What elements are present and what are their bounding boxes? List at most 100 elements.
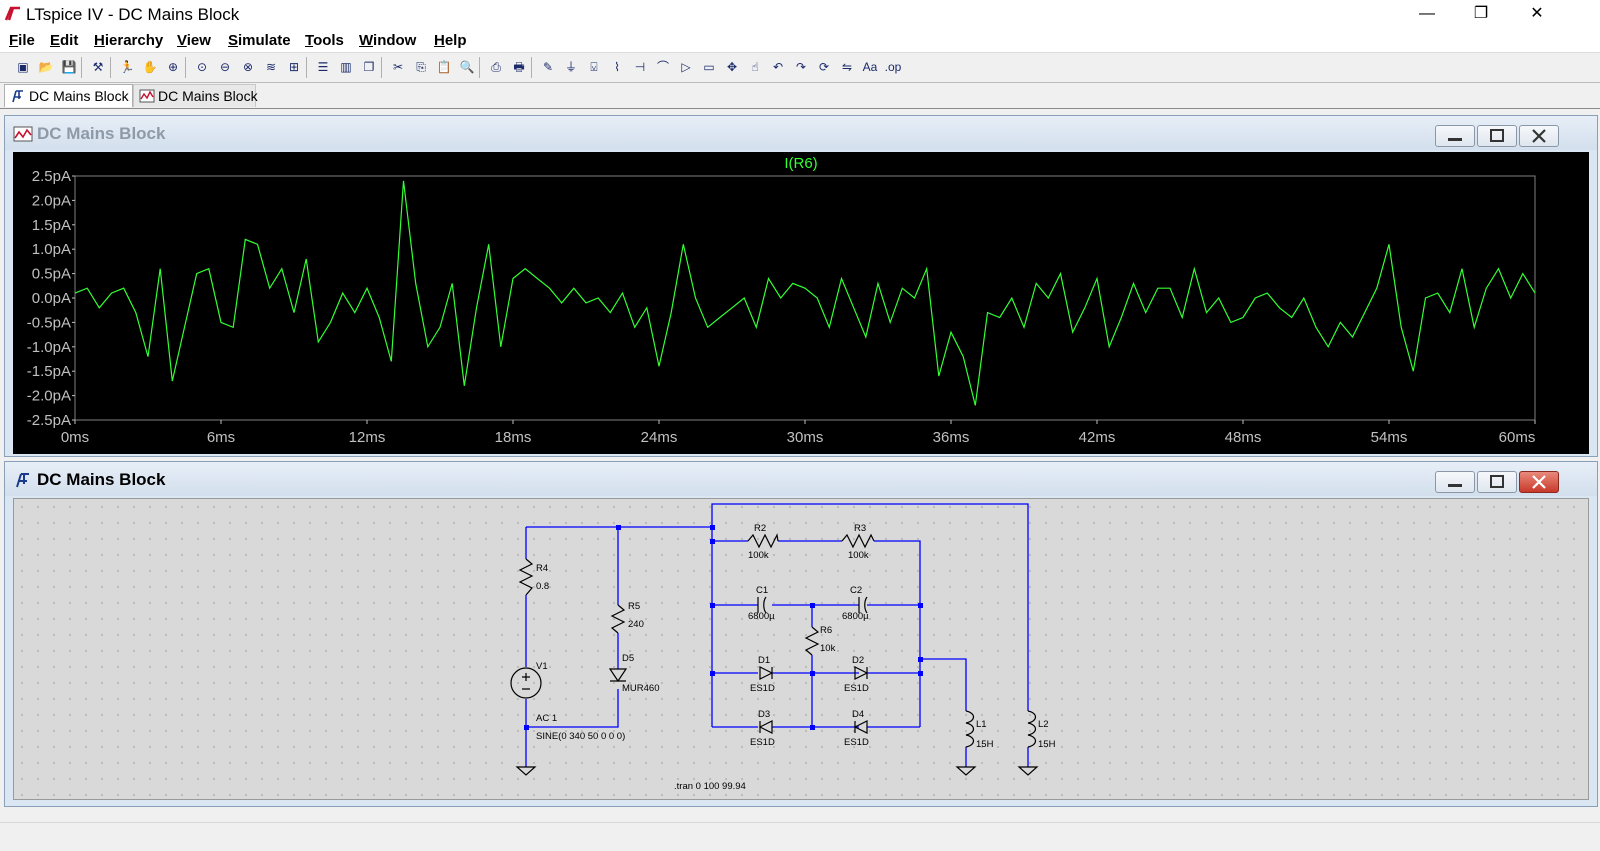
move-icon[interactable]: ✥ [723, 58, 741, 76]
autorange-icon[interactable]: ≋ [262, 58, 280, 76]
print-icon[interactable]: 🖶 [510, 58, 528, 76]
voltage-source-v1 [510, 667, 542, 699]
menu-simulate[interactable]: Simulate [228, 32, 291, 49]
cut-icon[interactable]: ✂ [389, 58, 407, 76]
menu-view[interactable]: View [177, 32, 211, 49]
waveform-maximize-button[interactable] [1477, 125, 1517, 147]
plot-settings-icon[interactable]: ⊞ [285, 58, 303, 76]
spice-directive-icon[interactable]: .op [884, 58, 902, 76]
schematic-window-titlebar: DC Mains Block [5, 462, 1597, 496]
zoom-pan-icon[interactable]: ⊙ [193, 58, 211, 76]
print-preview-icon[interactable]: ⎙ [487, 58, 505, 76]
minimize-button[interactable]: — [1404, 0, 1450, 30]
x-tick-label: 12ms [349, 429, 386, 446]
schematic-close-button[interactable] [1519, 471, 1559, 493]
label-d3-value: ES1D [750, 737, 775, 748]
draw-wire-icon[interactable]: ✎ [539, 58, 557, 76]
label-r6-value: 10k [820, 643, 836, 654]
ground-icon[interactable]: ⏚ [562, 58, 580, 76]
inductor-icon[interactable]: ⌒ [654, 58, 672, 76]
copy-icon[interactable]: ⎘ [412, 58, 430, 76]
schematic-canvas[interactable]: R4 0.8 R5 240 D5 MUR460 V1 AC 1 SINE(0 3… [13, 498, 1589, 800]
open-icon[interactable]: 📂 [37, 58, 55, 76]
waveform-minimize-button[interactable] [1435, 125, 1475, 147]
menu-hierarchy[interactable]: Hierarchy [94, 32, 163, 49]
x-tick-label: 48ms [1225, 429, 1262, 446]
tab-bar: DC Mains Block DC Mains Block [0, 83, 1600, 108]
mirror-icon[interactable]: ⇋ [838, 58, 856, 76]
label-d5-name: D5 [622, 653, 634, 664]
mdi-area: DC Mains Block I(R6) 2.5pA 2.0pA 1.5pA 1.0p… [0, 108, 1600, 823]
status-bar [0, 822, 1600, 851]
menu-file[interactable]: File [9, 32, 35, 49]
label-l2-value: 15H [1038, 739, 1056, 750]
find-icon[interactable]: 🔍 [458, 58, 476, 76]
tile-horizontal-icon[interactable]: ☰ [314, 58, 332, 76]
restore-button[interactable]: ❐ [1458, 0, 1504, 30]
text-icon[interactable]: Aa [861, 58, 879, 76]
undo-icon[interactable]: ↶ [769, 58, 787, 76]
menu-edit[interactable]: Edit [50, 32, 78, 49]
label-net-icon[interactable]: ⍌ [585, 58, 603, 76]
toolbar-separator [185, 57, 186, 78]
diode-d3 [758, 720, 773, 734]
new-schematic-icon[interactable]: ▣ [14, 58, 32, 76]
trace-label[interactable]: I(R6) [784, 155, 817, 172]
maximize-icon [1490, 129, 1504, 142]
label-v1-value: SINE(0 340 50 0 0 0) [536, 731, 625, 742]
trace-i-r6[interactable] [74, 180, 1536, 406]
zoom-out-icon[interactable]: ⊖ [216, 58, 234, 76]
wires[interactable] [525, 503, 1029, 767]
halt-icon[interactable]: ✋ [141, 58, 159, 76]
menu-tools[interactable]: Tools [305, 32, 344, 49]
tab-waveform[interactable]: DC Mains Block [133, 84, 258, 107]
control-panel-icon[interactable]: ⚒ [89, 58, 107, 76]
label-r4-value: 0.8 [536, 581, 549, 592]
x-tick-label: 60ms [1499, 429, 1536, 446]
capacitor-icon[interactable]: ⊣ [631, 58, 649, 76]
zoom-fit-icon[interactable]: ⊗ [239, 58, 257, 76]
toolbar-separator [479, 57, 480, 78]
label-c2-name: C2 [850, 585, 862, 596]
save-icon[interactable]: 💾 [60, 58, 78, 76]
schematic-maximize-button[interactable] [1477, 471, 1517, 493]
minimize-icon [1448, 484, 1462, 487]
close-button[interactable]: ✕ [1514, 0, 1560, 30]
waveform-window-titlebar: DC Mains Block [5, 116, 1597, 150]
resistor-r5 [610, 604, 626, 634]
drag-icon[interactable]: ☝ [746, 58, 764, 76]
resistor-r6 [804, 626, 820, 656]
maximize-icon [1490, 475, 1504, 488]
resistor-r2 [747, 533, 779, 549]
diode-icon[interactable]: ▷ [677, 58, 695, 76]
inductor-l1 [965, 710, 975, 748]
zoom-in-icon[interactable]: ⊕ [164, 58, 182, 76]
toolbar-separator [531, 57, 532, 78]
run-icon[interactable]: 🏃 [118, 58, 136, 76]
menu-help[interactable]: Help [434, 32, 467, 49]
label-r4-name: R4 [536, 563, 548, 574]
plot-frame [74, 175, 1536, 421]
y-tick-label: 1.0pA [32, 241, 71, 258]
tab-schematic[interactable]: DC Mains Block [4, 84, 133, 107]
app-title: LTspice IV - DC Mains Block [26, 5, 240, 24]
rotate-icon[interactable]: ⟳ [815, 58, 833, 76]
toolbar-separator [81, 57, 82, 78]
x-tick-label: 30ms [787, 429, 824, 446]
waveform-plot-area[interactable]: I(R6) 2.5pA 2.0pA 1.5pA 1.0pA 0.5pA 0.0pA -0.5… [13, 152, 1589, 454]
schematic-drawing[interactable]: R4 0.8 R5 240 D5 MUR460 V1 AC 1 SINE(0 3… [14, 499, 1590, 801]
tile-vertical-icon[interactable]: ▥ [337, 58, 355, 76]
component-icon[interactable]: ▭ [700, 58, 718, 76]
tab-waveform-label: DC Mains Block [158, 88, 258, 104]
waveform-chart[interactable]: I(R6) 2.5pA 2.0pA 1.5pA 1.0pA 0.5pA 0.0pA -0.5… [13, 152, 1589, 454]
cascade-icon[interactable]: ❐ [360, 58, 378, 76]
ground-symbol [515, 766, 537, 776]
waveform-close-button[interactable] [1519, 125, 1559, 147]
spice-directive[interactable]: .tran 0 100 99.94 [674, 781, 746, 792]
paste-icon[interactable]: 📋 [435, 58, 453, 76]
resistor-icon[interactable]: ⌇ [608, 58, 626, 76]
label-c1-value: 6800µ [748, 611, 775, 622]
redo-icon[interactable]: ↷ [792, 58, 810, 76]
menu-window[interactable]: Window [359, 32, 416, 49]
schematic-minimize-button[interactable] [1435, 471, 1475, 493]
